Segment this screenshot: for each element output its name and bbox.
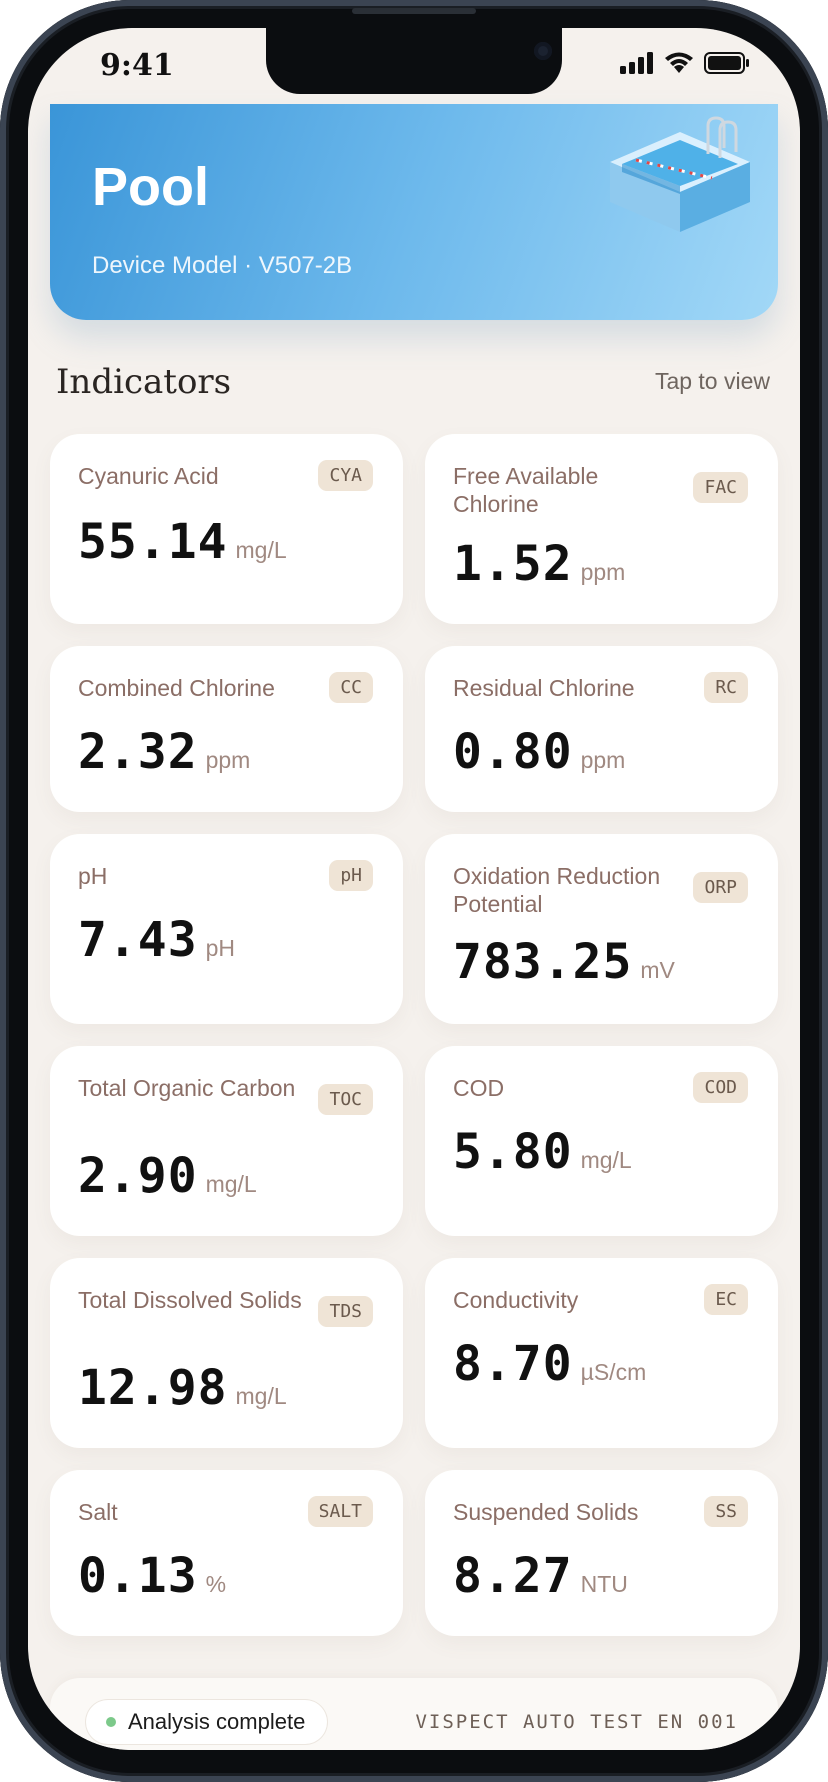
- phone-frame: Pool Device Model · V507-2B 9:41 Indicat…: [0, 0, 828, 1782]
- indicator-card-cc[interactable]: Combined Chlorine CC 2.32 ppm: [50, 646, 403, 812]
- test-id-label: VISPECT AUTO TEST EN 001: [415, 1711, 738, 1733]
- indicator-unit: %: [205, 1571, 227, 1597]
- indicator-card-tds[interactable]: Total Dissolved Solids TDS 12.98 mg/L: [50, 1258, 403, 1448]
- indicator-value: 2.32: [78, 724, 198, 780]
- camera-icon: [534, 42, 552, 60]
- indicator-label: pH: [78, 863, 108, 889]
- indicator-card-ec[interactable]: Conductivity EC 8.70 µS/cm: [425, 1258, 778, 1448]
- indicator-label: Conductivity: [453, 1287, 579, 1313]
- indicator-code-badge: EC: [704, 1284, 748, 1315]
- indicator-label: Free Available Chlorine: [453, 463, 599, 517]
- indicator-unit: pH: [205, 935, 235, 961]
- indicator-value: 2.90: [78, 1148, 198, 1204]
- indicator-code-badge: TDS: [318, 1296, 373, 1327]
- indicator-label: Cyanuric Acid: [78, 463, 219, 489]
- indicator-value: 8.27: [453, 1548, 573, 1604]
- indicator-unit: mg/L: [235, 1383, 287, 1409]
- indicator-unit: mV: [640, 957, 675, 983]
- indicator-value: 7.43: [78, 912, 198, 968]
- indicator-card-ss[interactable]: Suspended Solids SS 8.27 NTU: [425, 1470, 778, 1636]
- indicator-label: Suspended Solids: [453, 1499, 639, 1525]
- indicator-card-cod[interactable]: COD COD 5.80 mg/L: [425, 1046, 778, 1236]
- indicator-code-badge: CC: [329, 672, 373, 703]
- status-icons: [620, 52, 750, 74]
- section-title: Indicators: [56, 362, 232, 402]
- indicator-value: 783.25: [453, 934, 633, 990]
- page-title: Pool: [92, 157, 209, 217]
- indicator-label: Oxidation Reduction Potential: [453, 863, 661, 917]
- indicator-code-badge: RC: [704, 672, 748, 703]
- indicator-card-ph[interactable]: pH pH 7.43 pH: [50, 834, 403, 1024]
- speaker-grille: [352, 8, 476, 14]
- indicator-label: Total Organic Carbon: [78, 1075, 296, 1101]
- footer-bar: Analysis complete VISPECT AUTO TEST EN 0…: [50, 1678, 778, 1750]
- indicator-card-rc[interactable]: Residual Chlorine RC 0.80 ppm: [425, 646, 778, 812]
- indicator-unit: mg/L: [235, 537, 287, 563]
- status-time: 9:41: [100, 48, 174, 83]
- indicator-label: Total Dissolved Solids: [78, 1287, 302, 1313]
- indicator-code-badge: pH: [329, 860, 373, 891]
- indicator-value: 5.80: [453, 1124, 573, 1180]
- indicator-card-toc[interactable]: Total Organic Carbon TOC 2.90 mg/L: [50, 1046, 403, 1236]
- indicator-value: 55.14: [78, 514, 228, 570]
- indicator-code-badge: FAC: [693, 472, 748, 503]
- indicator-label: COD: [453, 1075, 505, 1101]
- pool-header-card[interactable]: Pool Device Model · V507-2B: [50, 104, 778, 320]
- indicator-code-badge: TOC: [318, 1084, 373, 1115]
- indicator-unit: mg/L: [205, 1171, 257, 1197]
- indicator-code-badge: SALT: [307, 1496, 373, 1527]
- status-dot-icon: [106, 1717, 116, 1727]
- indicator-value: 0.13: [78, 1548, 198, 1604]
- tap-to-view-link[interactable]: Tap to view: [655, 368, 770, 395]
- indicator-unit: ppm: [205, 747, 251, 773]
- analysis-status-text: Analysis complete: [128, 1709, 306, 1734]
- indicator-card-cya[interactable]: Cyanuric Acid CYA 55.14 mg/L: [50, 434, 403, 624]
- signal-icon: [620, 52, 653, 74]
- indicator-unit: ppm: [580, 559, 626, 585]
- app-screen: Pool Device Model · V507-2B 9:41 Indicat…: [28, 28, 800, 1750]
- notch: [266, 28, 562, 94]
- wifi-icon: [665, 52, 693, 73]
- indicator-code-badge: COD: [693, 1072, 748, 1103]
- indicator-value: 8.70: [453, 1336, 573, 1392]
- indicator-value: 1.52: [453, 536, 573, 592]
- device-model: Device Model · V507-2B: [92, 252, 353, 279]
- indicator-code-badge: CYA: [318, 460, 373, 491]
- analysis-status-pill[interactable]: Analysis complete: [86, 1700, 328, 1744]
- indicator-label: Residual Chlorine: [453, 675, 635, 701]
- battery-icon: [704, 52, 749, 74]
- indicator-unit: NTU: [580, 1571, 628, 1597]
- indicator-card-fac[interactable]: Free Available Chlorine FAC 1.52 ppm: [425, 434, 778, 624]
- indicator-label: Combined Chlorine: [78, 675, 275, 701]
- indicator-code-badge: SS: [704, 1496, 748, 1527]
- indicator-unit: µS/cm: [580, 1359, 647, 1385]
- pool-illustration: [610, 116, 750, 232]
- indicator-code-badge: ORP: [693, 872, 748, 903]
- indicator-unit: ppm: [580, 747, 626, 773]
- indicator-value: 12.98: [78, 1360, 228, 1416]
- indicator-card-orp[interactable]: Oxidation Reduction Potential ORP 783.25…: [425, 834, 778, 1024]
- indicator-card-salt[interactable]: Salt SALT 0.13 %: [50, 1470, 403, 1636]
- indicator-value: 0.80: [453, 724, 573, 780]
- indicator-unit: mg/L: [580, 1147, 632, 1173]
- indicator-label: Salt: [78, 1499, 118, 1525]
